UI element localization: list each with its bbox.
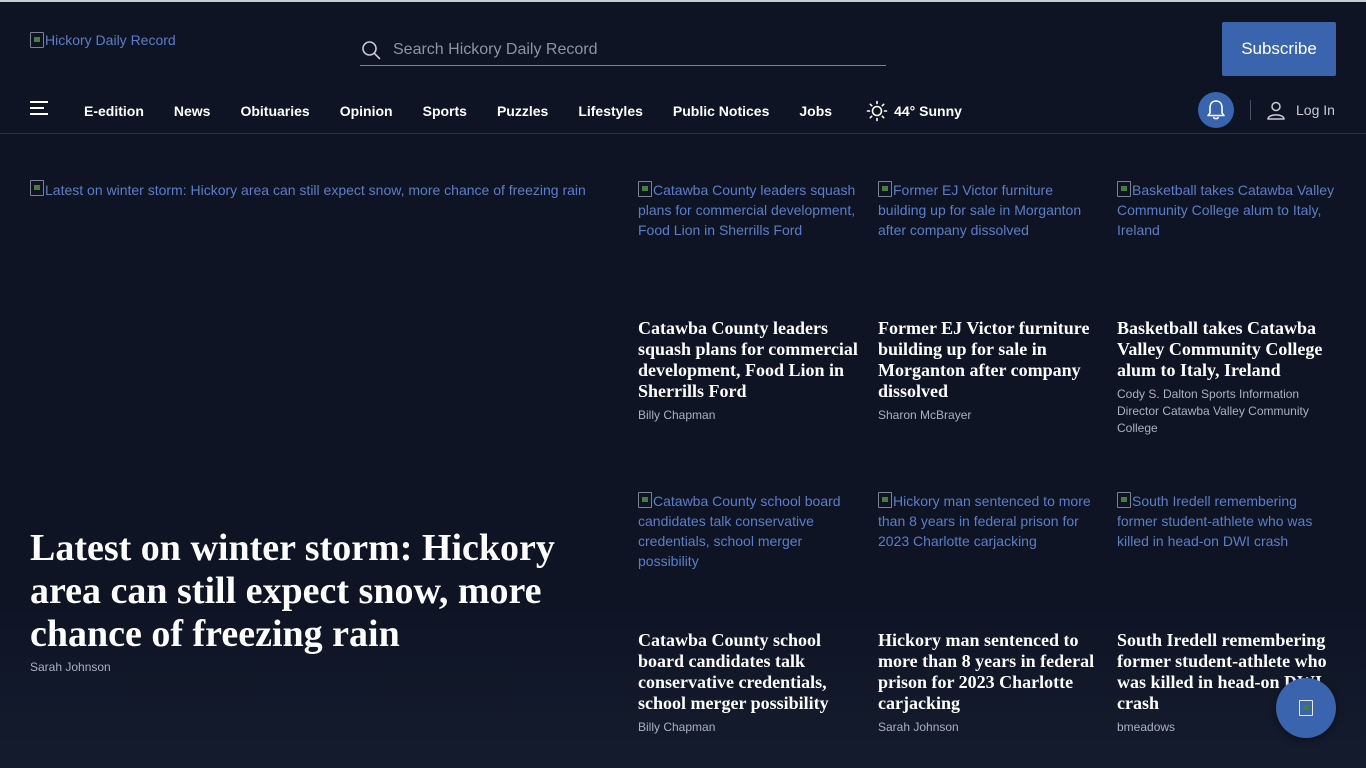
story-card-title[interactable]: Basketball takes Catawba Valley Communit… [1117,318,1339,381]
nav-divider [1250,100,1251,120]
story-card-image[interactable]: Hickory man sentenced to more than 8 yea… [878,491,1100,621]
story-card-author: Cody S. Dalton Sports Information Direct… [1117,387,1309,435]
nav-item-puzzles[interactable]: Puzzles [497,103,548,119]
nav-item-jobs[interactable]: Jobs [799,103,832,119]
nav-item-news[interactable]: News [174,103,211,119]
lead-story-author: Sarah Johnson [30,660,111,674]
story-card: Catawba County school board candidates t… [638,491,860,736]
story-card-title[interactable]: Former EJ Victor furniture building up f… [878,318,1100,402]
story-card-image-alt: Catawba County school board candidates t… [638,493,841,569]
subscribe-button[interactable]: Subscribe [1222,22,1336,76]
broken-image-icon [30,32,44,48]
hamburger-menu-icon[interactable] [30,101,48,117]
story-card: Basketball takes Catawba Valley Communit… [1117,180,1339,437]
story-card-image[interactable]: Catawba County school board candidates t… [638,491,860,621]
nav-item-e-edition[interactable]: E-edition [84,103,144,119]
broken-image-icon [878,492,892,508]
broken-image-icon [878,181,892,197]
search-bar [360,34,886,66]
top-border [0,0,1366,2]
story-card-image[interactable]: Catawba County leaders squash plans for … [638,180,860,310]
user-icon [1267,101,1285,120]
nav-item-public-notices[interactable]: Public Notices [673,103,769,119]
sun-icon [866,100,888,122]
chat-icon [1298,700,1313,716]
broken-image-icon [1117,492,1131,508]
search-icon[interactable] [361,40,381,60]
story-card-image-alt: Basketball takes Catawba Valley Communit… [1117,182,1335,238]
story-card-image-alt: South Iredell remembering former student… [1117,493,1313,549]
broken-image-icon [30,180,44,196]
story-card: Former EJ Victor furniture building up f… [878,180,1100,424]
login-label: Log In [1296,102,1335,118]
story-card: Catawba County leaders squash plans for … [638,180,860,424]
site-logo[interactable]: Hickory Daily Record [30,32,176,48]
lead-story-image-alt: Latest on winter storm: Hickory area can… [45,182,586,198]
broken-image-icon [638,181,652,197]
lead-story-image[interactable]: Latest on winter storm: Hickory area can… [30,180,610,200]
story-card-image[interactable]: Former EJ Victor furniture building up f… [878,180,1100,310]
story-card-image-alt: Catawba County leaders squash plans for … [638,182,856,238]
weather-text: 44° Sunny [894,103,962,119]
story-card-title[interactable]: Catawba County school board candidates t… [638,630,860,714]
nav-item-lifestyles[interactable]: Lifestyles [578,103,643,119]
nav-items: E-edition News Obituaries Opinion Sports… [84,88,962,134]
search-input[interactable] [393,35,873,64]
story-card: Hickory man sentenced to more than 8 yea… [878,491,1100,736]
story-card-author: Billy Chapman [638,408,716,422]
story-card-image[interactable]: South Iredell remembering former student… [1117,491,1339,621]
story-card-image-alt: Hickory man sentenced to more than 8 yea… [878,493,1091,549]
site-logo-alt-text: Hickory Daily Record [45,32,176,48]
story-card-author: Sharon McBrayer [878,408,972,422]
nav-item-sports[interactable]: Sports [423,103,467,119]
story-card-author: Sarah Johnson [878,720,959,734]
broken-image-icon [638,492,652,508]
story-card-title[interactable]: Catawba County leaders squash plans for … [638,318,860,402]
story-card-title[interactable]: Hickory man sentenced to more than 8 yea… [878,630,1100,714]
chat-button[interactable] [1276,678,1336,738]
login-button[interactable]: Log In [1266,100,1335,120]
story-card-author: Billy Chapman [638,720,716,734]
story-card-image[interactable]: Basketball takes Catawba Valley Communit… [1117,180,1339,310]
lead-story-title[interactable]: Latest on winter storm: Hickory area can… [30,527,610,656]
bell-icon [1207,100,1225,120]
main-nav: E-edition News Obituaries Opinion Sports… [0,88,1366,134]
weather-widget[interactable]: 44° Sunny [866,100,962,122]
story-card-image-alt: Former EJ Victor furniture building up f… [878,182,1082,238]
nav-item-opinion[interactable]: Opinion [340,103,393,119]
notifications-button[interactable] [1198,92,1234,128]
broken-image-icon [1117,181,1131,197]
nav-item-obituaries[interactable]: Obituaries [240,103,309,119]
